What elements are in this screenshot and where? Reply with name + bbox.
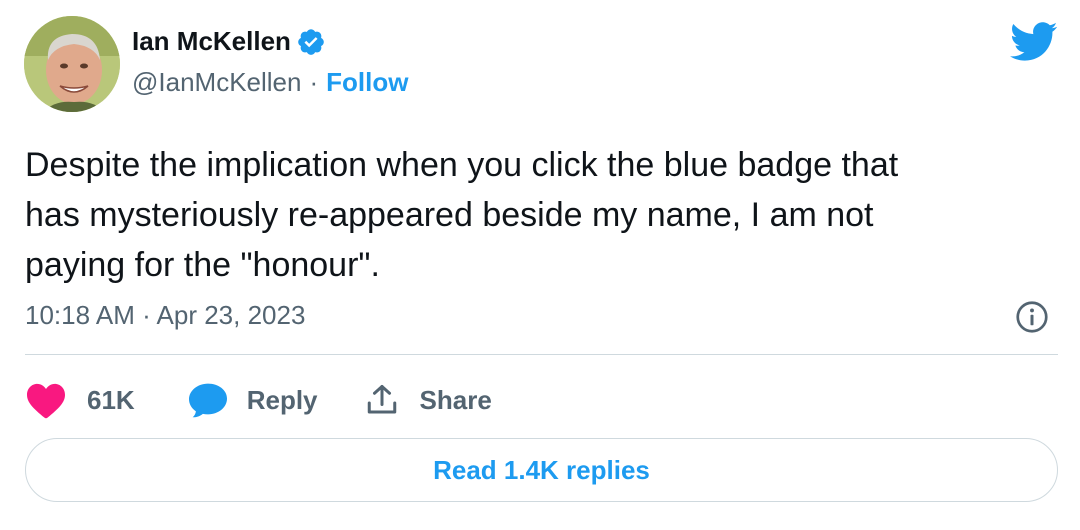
info-icon[interactable] — [1014, 299, 1050, 335]
author-handle-row: @IanMcKellen · Follow — [132, 67, 408, 98]
avatar-image — [24, 16, 120, 112]
follow-button[interactable]: Follow — [326, 67, 408, 98]
author-display-name[interactable]: Ian McKellen — [132, 26, 291, 57]
author-handle[interactable]: @IanMcKellen — [132, 67, 301, 98]
like-button[interactable]: 61K — [25, 381, 135, 419]
tweet-text: Despite the implication when you click t… — [25, 146, 899, 284]
action-bar: 61K Reply Share — [25, 375, 492, 425]
share-button[interactable]: Share — [364, 382, 492, 418]
reply-label: Reply — [246, 384, 318, 415]
verified-badge-icon[interactable] — [296, 27, 326, 57]
reply-bubble-icon — [188, 383, 227, 418]
twitter-bird-icon[interactable] — [1010, 22, 1058, 62]
reply-button[interactable]: Reply — [187, 381, 318, 419]
read-replies-button[interactable]: Read 1.4K replies — [25, 438, 1058, 502]
tweet-timestamp[interactable]: 10:18 AM · Apr 23, 2023 — [25, 300, 305, 331]
share-icon — [367, 385, 396, 414]
separator-dot: · — [309, 67, 319, 97]
heart-icon — [27, 383, 65, 419]
author-avatar[interactable] — [24, 16, 120, 112]
author-name-row: Ian McKellen — [132, 26, 326, 57]
divider — [25, 354, 1058, 355]
share-label: Share — [419, 384, 492, 415]
like-count: 61K — [87, 384, 135, 415]
